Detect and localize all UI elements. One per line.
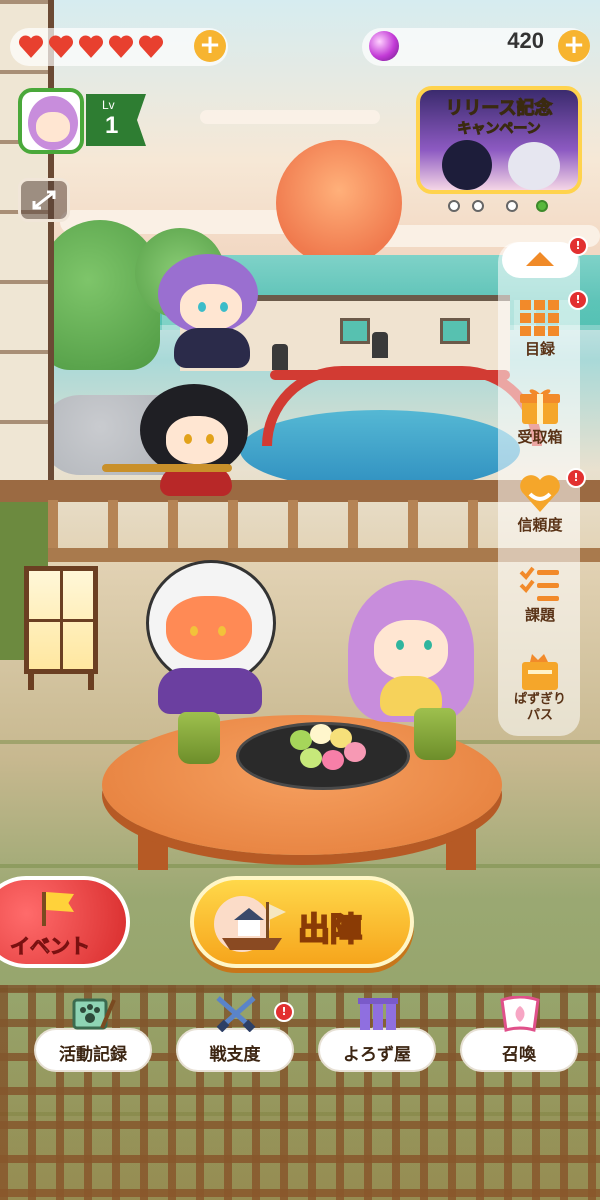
menu-catalog[interactable]: 目録 ! bbox=[500, 290, 588, 378]
carousel-dot[interactable] bbox=[448, 200, 460, 212]
crossed-swords-icon bbox=[216, 996, 256, 1032]
add-currency-button[interactable]: + bbox=[558, 30, 590, 62]
shop-curtain-icon bbox=[358, 998, 398, 1030]
banner-subtitle: キャンペーン bbox=[457, 121, 541, 138]
flag-pole bbox=[42, 892, 46, 926]
game-home-screen: + 420 + Lv 1 リリース記念 キャンペーン ! 目録 ! 受取箱 信頼… bbox=[0, 0, 600, 1200]
banner-character bbox=[508, 142, 560, 190]
cloud bbox=[200, 110, 380, 124]
pass-ticket-icon bbox=[522, 654, 558, 690]
character-white-hood[interactable] bbox=[140, 556, 280, 716]
dango bbox=[300, 748, 322, 768]
carousel-dot[interactable] bbox=[506, 200, 518, 212]
player-avatar[interactable] bbox=[18, 88, 84, 154]
level-value: 1 bbox=[105, 112, 119, 139]
dango bbox=[322, 750, 344, 770]
bridge-post bbox=[272, 344, 288, 370]
bridge-rail bbox=[270, 370, 510, 380]
carousel-dot[interactable] bbox=[472, 200, 484, 212]
expand-arrows-icon bbox=[32, 190, 56, 210]
sortie-button[interactable]: 出陣 bbox=[190, 876, 414, 968]
grid-icon bbox=[520, 300, 559, 336]
heart-icon bbox=[18, 35, 44, 58]
green-tea-cup bbox=[178, 712, 220, 764]
character-long-lavender-hair[interactable] bbox=[340, 576, 480, 726]
banner-title: リリース記念 bbox=[445, 98, 553, 120]
heart-icon bbox=[520, 475, 560, 512]
event-button[interactable]: イベント bbox=[0, 876, 130, 968]
checklist-icon bbox=[519, 566, 559, 601]
flag-icon bbox=[46, 892, 74, 912]
menu-label: 目録 bbox=[524, 340, 555, 358]
add-stamina-button[interactable]: + bbox=[194, 30, 226, 62]
green-tea-cup bbox=[414, 708, 456, 760]
menu-label: 信頼度 bbox=[517, 516, 563, 534]
dango bbox=[290, 730, 312, 750]
chevron-up-icon bbox=[526, 252, 554, 266]
heart-icon bbox=[108, 35, 134, 58]
nav-general-store[interactable]: よろず屋 bbox=[318, 998, 436, 1072]
heart-icon bbox=[78, 35, 104, 58]
katana bbox=[102, 464, 232, 472]
bridge-post bbox=[372, 332, 388, 358]
menu-label: 受取箱 bbox=[517, 428, 563, 446]
notification-badge: ! bbox=[568, 236, 588, 256]
dango bbox=[310, 724, 332, 744]
wall-window bbox=[440, 318, 470, 344]
nav-activity-record[interactable]: 活動記録 bbox=[34, 998, 152, 1072]
level-flag: Lv 1 bbox=[86, 94, 146, 146]
menu-label: ぱずぎり パス bbox=[513, 692, 566, 723]
menu-gift-box[interactable]: 受取箱 bbox=[500, 380, 580, 466]
release-campaign-banner[interactable]: リリース記念 キャンペーン bbox=[416, 86, 582, 194]
character-black-hair[interactable] bbox=[102, 380, 260, 500]
event-label: イベント bbox=[10, 934, 91, 959]
menu-puzzle-pass[interactable]: ぱずぎり パス bbox=[500, 646, 580, 732]
castle-ship-icon bbox=[214, 896, 286, 952]
menu-tasks[interactable]: 課題 bbox=[500, 558, 580, 644]
nav-label: 召喚 bbox=[502, 1045, 536, 1065]
veranda-fence bbox=[48, 500, 500, 550]
expand-view-button[interactable] bbox=[18, 178, 70, 222]
nav-label: 戦支度 bbox=[209, 1045, 261, 1065]
menu-label: 課題 bbox=[524, 606, 555, 624]
andon-lantern bbox=[14, 560, 108, 690]
gem-icon bbox=[369, 31, 399, 61]
notification-badge: ! bbox=[274, 1002, 294, 1022]
carousel-dot-active[interactable] bbox=[536, 200, 548, 212]
paw-painting-icon bbox=[72, 998, 116, 1030]
dango bbox=[344, 742, 366, 762]
notification-badge: ! bbox=[568, 290, 588, 310]
heart-icon bbox=[138, 35, 164, 58]
side-menu-collapse-button[interactable] bbox=[502, 242, 578, 278]
nav-label: 活動記録 bbox=[59, 1045, 127, 1065]
shoji-grid bbox=[0, 0, 48, 480]
banner-character bbox=[442, 140, 492, 190]
wall-window bbox=[340, 318, 370, 344]
heart-icon bbox=[48, 35, 74, 58]
summon-scroll-icon bbox=[500, 996, 540, 1032]
sortie-label: 出陣 bbox=[297, 909, 363, 949]
character-purple-hair[interactable] bbox=[150, 250, 270, 370]
currency-count: 420 bbox=[507, 28, 544, 53]
nav-summon[interactable]: 召喚 bbox=[460, 996, 578, 1072]
nav-label: よろず屋 bbox=[343, 1045, 411, 1065]
rising-sun bbox=[276, 140, 402, 266]
level-label: Lv bbox=[102, 98, 115, 112]
nav-preparation[interactable]: 戦支度 ! bbox=[176, 996, 294, 1072]
gift-box-icon bbox=[520, 389, 560, 424]
menu-trust[interactable]: 信頼度 ! bbox=[500, 468, 586, 554]
notification-badge: ! bbox=[566, 468, 586, 488]
